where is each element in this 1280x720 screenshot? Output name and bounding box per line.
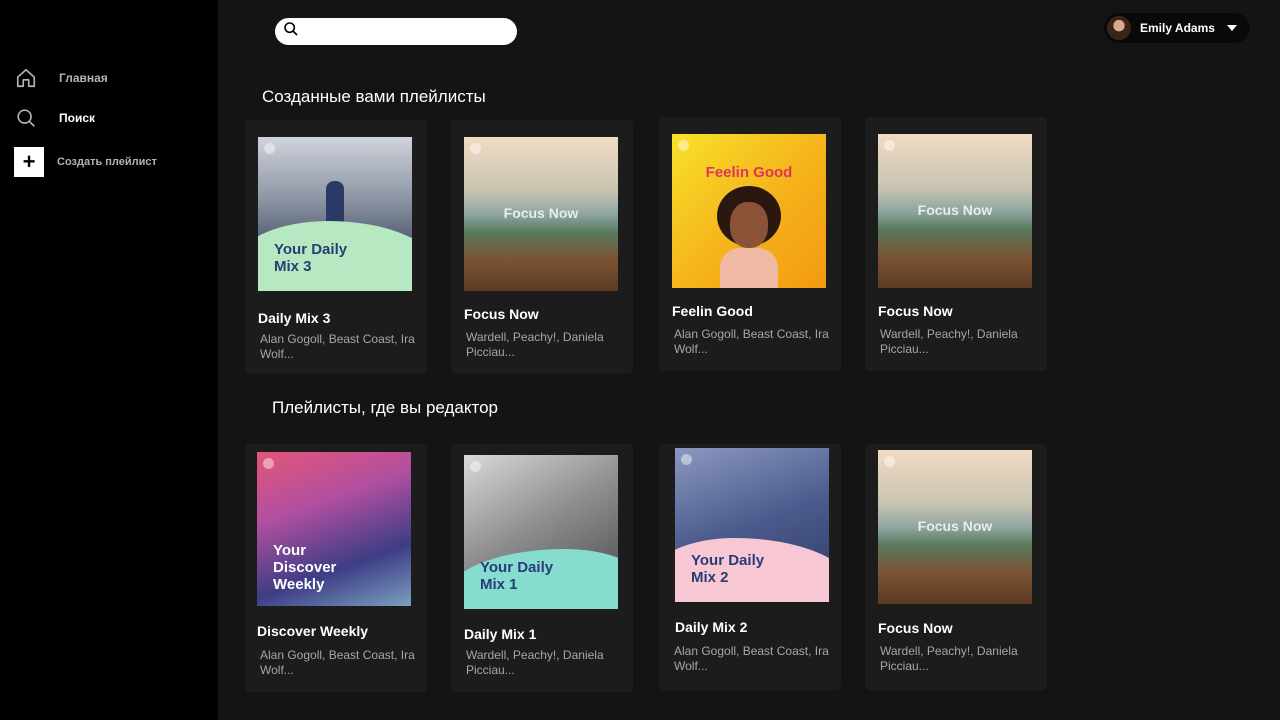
card-subtitle: Alan Gogoll, Beast Coast, Ira Wolf... [260, 332, 415, 361]
spotify-logo-icon [681, 454, 692, 465]
card-title: Daily Mix 2 [675, 619, 748, 635]
playlist-card-daily-mix-2[interactable]: Your Daily Mix 2 Daily Mix 2 Alan Gogoll… [659, 444, 841, 690]
card-title: Daily Mix 3 [258, 310, 331, 326]
card-subtitle: Wardell, Peachy!, Daniela Picciau... [880, 327, 1018, 356]
plus-icon: + [14, 147, 44, 177]
avatar [1107, 16, 1131, 40]
card-subtitle: Alan Gogoll, Beast Coast, Ira Wolf... [674, 644, 829, 673]
spotify-logo-icon [470, 143, 481, 154]
card-subtitle: Alan Gogoll, Beast Coast, Ira Wolf... [260, 648, 415, 677]
playlist-cover: Your Discover Weekly [257, 452, 411, 606]
playlist-card-focus-now[interactable]: Focus Now Focus Now Wardell, Peachy!, Da… [865, 444, 1047, 690]
sidebar-item-label: Главная [59, 71, 108, 85]
cover-text: Your Daily Mix 2 [691, 552, 765, 586]
playlist-card-feelin-good[interactable]: Feelin Good Feelin Good Alan Gogoll, Bea… [659, 117, 841, 371]
cover-text: Focus Now [917, 518, 993, 534]
spotify-logo-icon [470, 461, 481, 472]
cover-text: Focus Now [917, 202, 993, 218]
playlist-cover: Focus Now [878, 134, 1032, 288]
card-title: Focus Now [878, 620, 953, 636]
card-title: Discover Weekly [257, 623, 369, 639]
playlist-card-daily-mix-3[interactable]: Your Daily Mix 3 Daily Mix 3 Alan Gogoll… [245, 120, 427, 374]
sidebar-item-label: Создать плейлист [57, 156, 157, 168]
card-subtitle: Wardell, Peachy!, Daniela Picciau... [466, 330, 604, 359]
playlist-cover: Your Daily Mix 1 [464, 455, 618, 609]
cover-text: Your Discover Weekly [273, 542, 337, 593]
cover-text: Your Daily Mix 1 [480, 559, 554, 593]
search-input[interactable] [305, 24, 505, 39]
spotify-logo-icon [263, 458, 274, 469]
user-name: Emily Adams [1140, 21, 1215, 35]
card-subtitle: Wardell, Peachy!, Daniela Picciau... [880, 644, 1018, 673]
cover-text: Your Daily Mix 3 [274, 241, 348, 275]
home-icon [14, 66, 38, 90]
caret-down-icon [1226, 25, 1237, 31]
cover-text: Focus Now [503, 205, 579, 221]
spotify-logo-icon [264, 143, 275, 154]
sidebar-item-home[interactable]: Главная [14, 66, 108, 90]
sidebar-item-create-playlist[interactable]: + Создать плейлист [14, 147, 157, 177]
card-subtitle: Alan Gogoll, Beast Coast, Ira Wolf... [674, 327, 829, 356]
card-subtitle: Wardell, Peachy!, Daniela Picciau... [466, 648, 604, 677]
playlist-card-daily-mix-1[interactable]: Your Daily Mix 1 Daily Mix 1 Wardell, Pe… [451, 444, 633, 692]
search-bar[interactable] [275, 18, 517, 45]
search-icon [283, 21, 299, 42]
sidebar-item-label: Поиск [59, 111, 96, 125]
main-content: Emily Adams Созданные вами плейлисты You… [218, 0, 1280, 720]
user-menu[interactable]: Emily Adams [1104, 13, 1250, 43]
playlist-card-focus-now[interactable]: Focus Now Focus Now Wardell, Peachy!, Da… [865, 117, 1047, 371]
playlist-cover: Focus Now [878, 450, 1032, 604]
section-title-created: Созданные вами плейлисты [262, 87, 486, 106]
playlist-cover: Your Daily Mix 3 [258, 137, 412, 291]
spotify-logo-icon [678, 140, 689, 151]
playlist-cover: Focus Now [464, 137, 618, 291]
playlist-cover: Feelin Good [672, 134, 826, 288]
sidebar: Главная Поиск + Создать плейлист [0, 0, 218, 720]
playlist-card-discover-weekly[interactable]: Your Discover Weekly Discover Weekly Ala… [245, 444, 427, 692]
card-title: Focus Now [464, 306, 539, 322]
playlist-card-focus-now[interactable]: Focus Now Focus Now Wardell, Peachy!, Da… [451, 120, 633, 374]
section-title-editor: Плейлисты, где вы редактор [272, 398, 499, 417]
spotify-logo-icon [884, 140, 895, 151]
search-icon [14, 106, 38, 130]
spotify-logo-icon [884, 456, 895, 467]
card-title: Feelin Good [672, 303, 753, 319]
card-title: Focus Now [878, 303, 953, 319]
cover-text: Feelin Good [705, 164, 793, 181]
playlist-cover: Your Daily Mix 2 [675, 448, 829, 602]
card-title: Daily Mix 1 [464, 626, 537, 642]
sidebar-item-search[interactable]: Поиск [14, 106, 95, 130]
